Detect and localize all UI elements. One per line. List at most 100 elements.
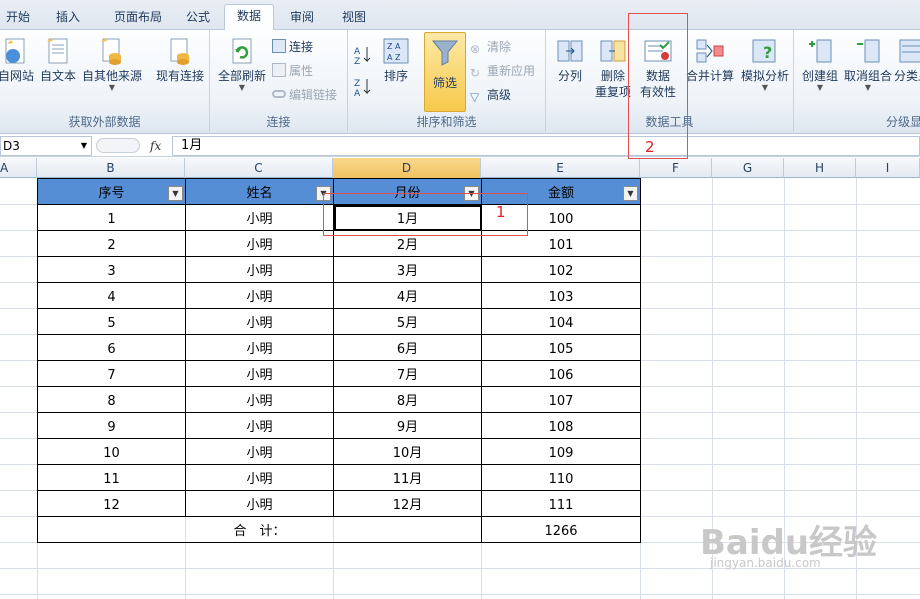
what-if-analysis-button[interactable]: ? 模拟分析 ▼ <box>738 36 792 92</box>
table-cell[interactable]: 小明 <box>185 204 334 231</box>
table-cell[interactable]: 12月 <box>333 490 482 517</box>
table-cell[interactable]: 12 <box>37 490 186 517</box>
connections-button[interactable]: 连接 <box>272 37 313 57</box>
from-other-sources-button[interactable]: 自其他来源 ▼ <box>80 36 144 92</box>
existing-connections-label: 现有连接 <box>155 69 204 83</box>
group-label-outline: 分级显 <box>886 115 920 129</box>
table-cell[interactable]: 105 <box>481 334 641 361</box>
filter-button[interactable]: 筛选 <box>424 32 466 112</box>
table-cell[interactable]: 3月 <box>333 256 482 283</box>
table-cell[interactable]: 108 <box>481 412 641 439</box>
column-header-b[interactable]: B <box>37 158 185 178</box>
clear-filter-button[interactable]: ⊗ 清除 <box>470 37 511 57</box>
table-cell[interactable]: 1 <box>37 204 186 231</box>
table-cell[interactable]: 6月 <box>333 334 482 361</box>
name-box[interactable]: D3 ▼ <box>0 136 92 156</box>
existing-connections-button[interactable]: 现有连接 <box>150 36 210 84</box>
table-cell[interactable]: 102 <box>481 256 641 283</box>
table-cell[interactable]: 2 <box>37 230 186 257</box>
header-cell-seq[interactable]: 序号 ▼ <box>37 178 186 205</box>
column-header-a[interactable]: A <box>0 158 37 178</box>
table-cell[interactable]: 107 <box>481 386 641 413</box>
table-cell[interactable]: 7月 <box>333 360 482 387</box>
table-cell[interactable]: 110 <box>481 464 641 491</box>
total-value-cell[interactable]: 1266 <box>481 516 641 543</box>
edit-links-button[interactable]: 编辑链接 <box>272 85 337 105</box>
table-cell[interactable]: 109 <box>481 438 641 465</box>
table-cell[interactable]: 小明 <box>185 360 334 387</box>
refresh-all-button[interactable]: 全部刷新 ▼ <box>216 36 268 92</box>
column-header-h[interactable]: H <box>784 158 856 178</box>
column-header-c[interactable]: C <box>185 158 333 178</box>
table-cell[interactable]: 5 <box>37 308 186 335</box>
table-cell[interactable]: 11月 <box>333 464 482 491</box>
column-header-i[interactable]: I <box>856 158 920 178</box>
annotation-label-2: 2 <box>645 138 655 156</box>
table-cell[interactable]: 103 <box>481 282 641 309</box>
table-cell[interactable]: 5月 <box>333 308 482 335</box>
table-cell[interactable]: 8 <box>37 386 186 413</box>
table-cell[interactable]: 小明 <box>185 256 334 283</box>
ungroup-button[interactable]: 取消组合 ▼ <box>842 36 894 92</box>
column-header-d[interactable]: D <box>333 158 481 178</box>
table-cell[interactable]: 小明 <box>185 386 334 413</box>
table-cell[interactable]: 9月 <box>333 412 482 439</box>
tab-insert[interactable]: 插入 <box>46 6 90 30</box>
sort-az-button[interactable]: AZ <box>352 44 374 70</box>
group-label-connections: 连接 <box>266 115 291 129</box>
total-label-cell[interactable]: 合 计： <box>37 516 482 543</box>
tab-data[interactable]: 数据 <box>224 4 274 31</box>
table-cell[interactable]: 小明 <box>185 334 334 361</box>
table-cell[interactable]: 小明 <box>185 230 334 257</box>
column-header-e[interactable]: E <box>481 158 640 178</box>
table-cell[interactable]: 小明 <box>185 308 334 335</box>
formula-input[interactable]: 1月 <box>172 136 920 156</box>
text-to-columns-button[interactable]: 分列 <box>550 36 590 84</box>
table-cell[interactable]: 106 <box>481 360 641 387</box>
table-cell[interactable]: 7 <box>37 360 186 387</box>
properties-button[interactable]: 属性 <box>272 61 313 81</box>
column-header-g[interactable]: G <box>712 158 784 178</box>
from-text-button[interactable]: 自文本 <box>38 36 78 84</box>
sort-button[interactable]: Z A A Z 排序 <box>378 36 414 84</box>
table-cell[interactable]: 4 <box>37 282 186 309</box>
formula-bar-splitter[interactable] <box>96 138 140 153</box>
table-cell[interactable]: 8月 <box>333 386 482 413</box>
sort-ascending-icon: AZ <box>354 47 371 67</box>
table-cell[interactable]: 6 <box>37 334 186 361</box>
table-cell[interactable]: 9 <box>37 412 186 439</box>
chevron-down-icon[interactable]: ▼ <box>81 137 87 155</box>
table-cell[interactable]: 小明 <box>185 412 334 439</box>
table-cell[interactable]: 小明 <box>185 438 334 465</box>
insert-function-icon[interactable]: fx <box>150 136 170 156</box>
tab-home[interactable]: 开始 <box>0 6 36 30</box>
table-cell[interactable]: 10月 <box>333 438 482 465</box>
table-cell[interactable]: 小明 <box>185 282 334 309</box>
tab-formulas[interactable]: 公式 <box>178 6 218 30</box>
advanced-filter-button[interactable]: ▽ 高级 <box>470 85 511 105</box>
group-button[interactable]: 创建组 ▼ <box>798 36 842 92</box>
sort-za-button[interactable]: ZA <box>352 76 374 102</box>
table-cell[interactable]: 小明 <box>185 464 334 491</box>
tab-review[interactable]: 审阅 <box>282 6 322 30</box>
table-cell[interactable]: 11 <box>37 464 186 491</box>
subtotal-button[interactable]: 分类显 <box>894 36 920 84</box>
header-cell-name[interactable]: 姓名 ▼ <box>185 178 334 205</box>
table-cell[interactable]: 小明 <box>185 490 334 517</box>
column-header-f[interactable]: F <box>640 158 712 178</box>
consolidate-button[interactable]: 合并计算 <box>684 36 736 84</box>
from-web-button[interactable]: 自网站 <box>0 36 38 84</box>
tab-page-layout[interactable]: 页面布局 <box>100 6 176 30</box>
table-cell[interactable]: 111 <box>481 490 641 517</box>
filter-dropdown-icon[interactable]: ▼ <box>623 186 638 201</box>
table-cell[interactable]: 4月 <box>333 282 482 309</box>
ribbon-tab-bar: 开始 插入 页面布局 公式 数据 审阅 视图 <box>0 0 920 31</box>
table-row: 6 小明 6月 105 <box>37 334 641 361</box>
table-cell[interactable]: 10 <box>37 438 186 465</box>
filter-dropdown-icon[interactable]: ▼ <box>168 186 183 201</box>
table-cell[interactable]: 104 <box>481 308 641 335</box>
baidu-watermark-url: jingyan.baidu.com <box>710 556 821 570</box>
tab-view[interactable]: 视图 <box>334 6 374 30</box>
reapply-button[interactable]: ↻ 重新应用 <box>470 61 535 81</box>
table-cell[interactable]: 3 <box>37 256 186 283</box>
